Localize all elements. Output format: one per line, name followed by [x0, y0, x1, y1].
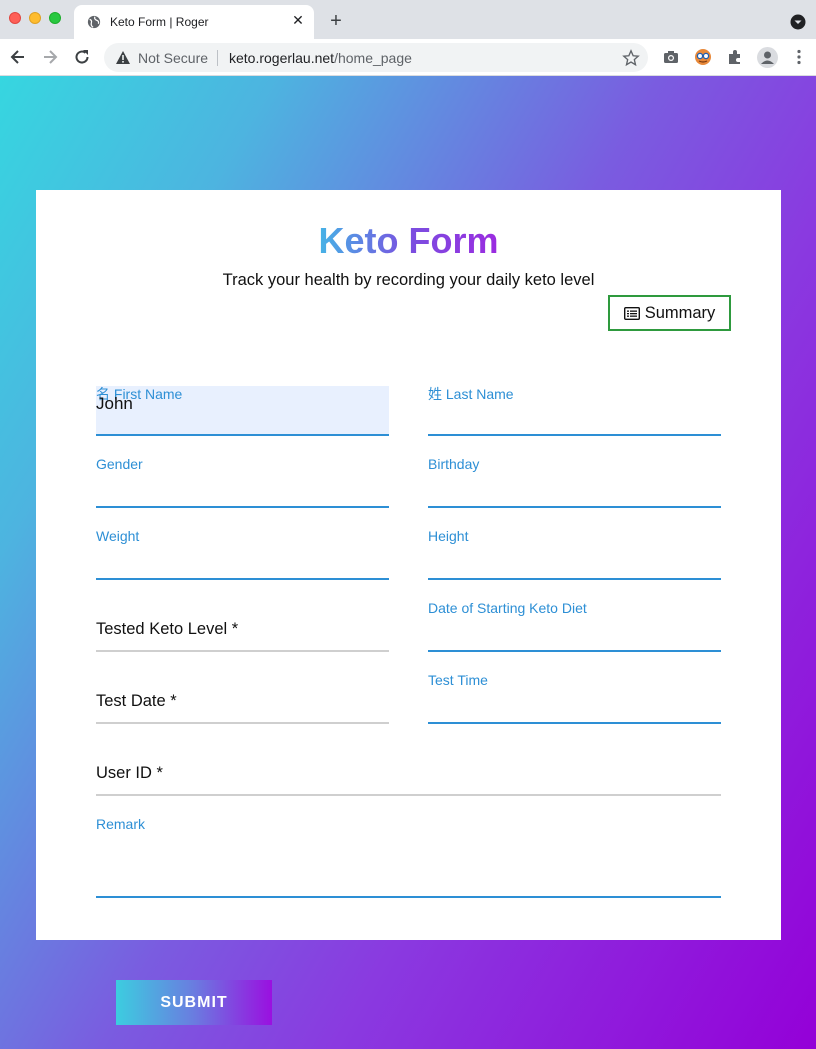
- tab-close-icon[interactable]: ✕: [291, 12, 305, 28]
- kebab-menu-icon[interactable]: [790, 48, 808, 66]
- remark-field[interactable]: Remark: [96, 816, 721, 898]
- last-name-label: 姓 Last Name: [428, 386, 514, 402]
- page-background: Keto Form Track your health by recording…: [0, 76, 816, 1049]
- form-title: Keto Form: [36, 220, 781, 262]
- summary-button-label: Summary: [644, 303, 716, 322]
- form-card: Keto Form Track your health by recording…: [36, 190, 781, 940]
- height-field[interactable]: Height: [428, 528, 721, 580]
- first-name-field[interactable]: 名 First Name John: [96, 386, 389, 436]
- tab-title: Keto Form | Roger: [110, 15, 209, 29]
- test-time-field[interactable]: Test Time: [428, 672, 721, 724]
- window-maximize-button[interactable]: [49, 12, 61, 24]
- address-bar[interactable]: Not Secure keto.rogerlau.net/home_page: [104, 43, 648, 72]
- date-starting-keto-field[interactable]: Date of Starting Keto Diet: [428, 600, 721, 652]
- weight-label: Weight: [96, 528, 140, 544]
- tested-keto-level-label: Tested Keto Level *: [96, 620, 239, 638]
- browser-tab[interactable]: Keto Form | Roger ✕: [74, 5, 314, 39]
- window-close-button[interactable]: [9, 12, 21, 24]
- tab-search-icon[interactable]: [790, 14, 806, 30]
- form-title-text: Keto Form: [318, 220, 499, 261]
- weight-field[interactable]: Weight: [96, 528, 389, 580]
- test-time-label: Test Time: [428, 672, 488, 688]
- globe-icon: [87, 15, 101, 29]
- forward-arrow-icon[interactable]: [40, 47, 60, 67]
- test-date-label: Test Date *: [96, 692, 177, 710]
- date-starting-keto-label: Date of Starting Keto Diet: [428, 600, 587, 616]
- reload-icon[interactable]: [72, 47, 92, 67]
- test-date-field[interactable]: Test Date *: [96, 674, 389, 724]
- new-tab-button[interactable]: +: [326, 11, 346, 31]
- gender-field[interactable]: Gender: [96, 456, 389, 508]
- first-name-value[interactable]: John: [96, 394, 133, 414]
- birthday-field[interactable]: Birthday: [428, 456, 721, 508]
- security-label[interactable]: Not Secure: [138, 50, 208, 66]
- back-arrow-icon[interactable]: [8, 47, 28, 67]
- gender-label: Gender: [96, 456, 143, 472]
- last-name-field[interactable]: 姓 Last Name: [428, 386, 721, 436]
- profile-icon[interactable]: [757, 47, 778, 68]
- warning-icon[interactable]: [115, 50, 131, 65]
- browser-toolbar: Not Secure keto.rogerlau.net/home_page: [0, 39, 816, 76]
- star-icon[interactable]: [622, 49, 640, 67]
- browser-tab-bar: Keto Form | Roger ✕ +: [0, 0, 816, 39]
- window-minimize-button[interactable]: [29, 12, 41, 24]
- omnibox-divider: [217, 50, 218, 66]
- puzzle-icon[interactable]: [726, 48, 744, 66]
- list-icon: [623, 306, 640, 320]
- remark-label: Remark: [96, 816, 146, 832]
- user-id-field[interactable]: User ID *: [96, 746, 721, 796]
- form-subtitle: Track your health by recording your dail…: [222, 271, 595, 289]
- url-path: /home_page: [334, 50, 412, 66]
- camera-icon[interactable]: [662, 48, 680, 66]
- extension-face-icon[interactable]: [694, 48, 712, 66]
- url-host: keto.rogerlau.net: [229, 50, 335, 66]
- url-text[interactable]: keto.rogerlau.net/home_page: [229, 50, 412, 66]
- height-label: Height: [428, 528, 469, 544]
- birthday-label: Birthday: [428, 456, 480, 472]
- user-id-label: User ID *: [96, 764, 163, 782]
- summary-button[interactable]: Summary: [608, 295, 731, 331]
- submit-button[interactable]: SUBMIT: [116, 980, 272, 1025]
- tested-keto-level-field[interactable]: Tested Keto Level *: [96, 602, 389, 652]
